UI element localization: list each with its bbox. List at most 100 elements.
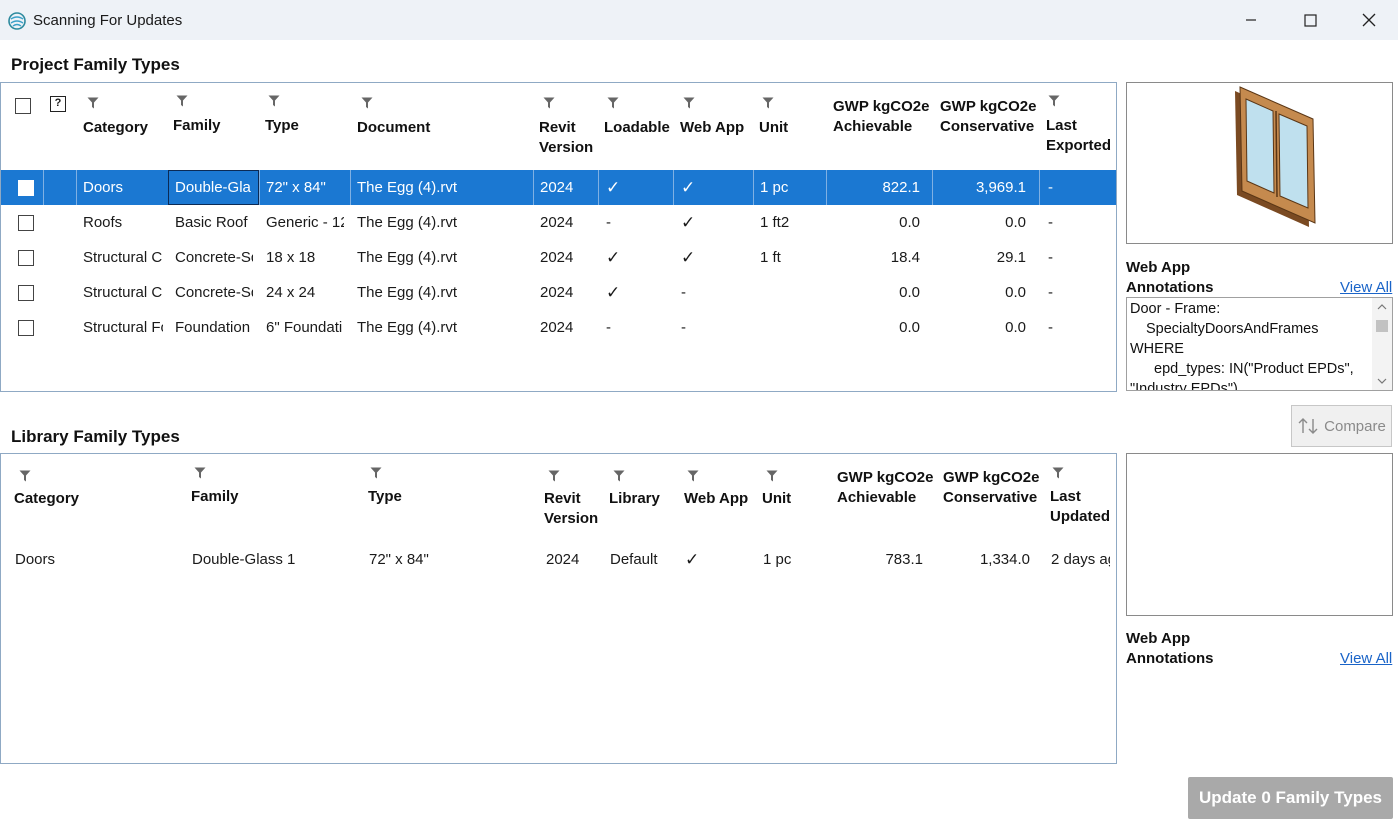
revit-version-filter-icon[interactable]	[543, 97, 555, 109]
door-preview-image	[1235, 86, 1316, 227]
family-filter-icon[interactable]	[176, 95, 188, 107]
table-row[interactable]: Structural C Concrete-Sq 18 x 18 The Egg (4…	[1, 240, 1116, 275]
maximize-button[interactable]	[1281, 0, 1339, 40]
webapp-filter-icon[interactable]	[683, 97, 695, 109]
header-gwp-achievable-line2: Achievable	[833, 118, 913, 135]
lib-header-gwp-conservative[interactable]: GWP kgCO2e Conservative	[943, 468, 1039, 508]
lib-header-type[interactable]: Type	[368, 487, 402, 507]
lib-header-last-updated[interactable]: Last Updated	[1050, 487, 1110, 527]
row-checkbox[interactable]	[18, 320, 34, 336]
lib-header-gwp-achievable[interactable]: GWP kgCO2e Achievable	[837, 468, 933, 508]
project-annotations-label-line1: Web App	[1126, 259, 1191, 276]
cell-document: The Egg (4).rvt	[357, 319, 458, 336]
header-unit[interactable]: Unit	[759, 118, 788, 138]
column-divider	[932, 170, 933, 205]
table-row[interactable]: Doors Double-Glass 1 72" x 84" 2024 Default ✓…	[1, 542, 1116, 577]
cell-exported: -	[1048, 214, 1053, 231]
header-category[interactable]: Category	[83, 118, 148, 138]
help-icon[interactable]: ?	[50, 96, 66, 112]
cell-conservative: 0.0	[1005, 284, 1026, 301]
lib-header-library[interactable]: Library	[609, 489, 660, 509]
row-checkbox[interactable]	[18, 285, 34, 301]
close-button[interactable]	[1340, 0, 1398, 40]
cell-type: 72" x 84"	[266, 179, 326, 196]
cell-version: 2024	[540, 319, 574, 336]
column-divider	[43, 170, 44, 205]
column-divider	[1039, 170, 1040, 205]
lib-category-filter-icon[interactable]	[19, 470, 31, 482]
header-gwp-conservative-line1: GWP kgCO2e	[940, 98, 1037, 115]
lib-family-filter-icon[interactable]	[194, 467, 206, 479]
annotation-line-2: SpecialtyDoorsAndFrames	[1146, 321, 1319, 337]
row-checkbox[interactable]	[18, 180, 34, 196]
header-web-app[interactable]: Web App	[680, 118, 744, 138]
annotation-line-1: Door - Frame:	[1130, 301, 1221, 317]
cell-achievable: 0.0	[899, 214, 920, 231]
cell-family: Concrete-Sq	[175, 249, 253, 266]
category-filter-icon[interactable]	[87, 97, 99, 109]
scroll-down-icon[interactable]	[1372, 374, 1392, 388]
cell-exported: -	[1048, 319, 1053, 336]
lib-header-last-line2: Updated	[1050, 508, 1110, 525]
row-checkbox[interactable]	[18, 215, 34, 231]
library-annotations-label-line2: Annotations	[1126, 650, 1214, 667]
lib-header-revit-version[interactable]: Revit Version	[544, 489, 598, 529]
lib-header-gwp-achievable-line2: Achievable	[837, 489, 917, 506]
lib-header-family[interactable]: Family	[191, 487, 239, 507]
close-icon	[1362, 13, 1376, 27]
lib-header-category[interactable]: Category	[14, 489, 79, 509]
unit-filter-icon[interactable]	[762, 97, 774, 109]
header-gwp-achievable-line1: GWP kgCO2e	[833, 98, 930, 115]
header-last-exported[interactable]: Last Exported	[1046, 116, 1111, 156]
library-view-all-link[interactable]: View All	[1340, 650, 1392, 667]
minimize-button[interactable]	[1222, 0, 1280, 40]
scroll-up-icon[interactable]	[1372, 300, 1392, 314]
lib-last-updated-filter-icon[interactable]	[1052, 467, 1064, 479]
lib-header-web-app[interactable]: Web App	[684, 489, 748, 509]
select-all-checkbox[interactable]	[15, 98, 31, 114]
header-gwp-conservative[interactable]: GWP kgCO2e Conservative	[940, 97, 1036, 137]
update-family-types-button[interactable]: Update 0 Family Types	[1188, 777, 1393, 819]
last-exported-filter-icon[interactable]	[1048, 95, 1060, 107]
table-row[interactable]: Roofs Basic Roof Generic - 12 The Egg (4).r…	[1, 205, 1116, 240]
cell-unit: 1 pc	[763, 551, 792, 568]
cell-achievable: 822.1	[882, 179, 920, 196]
library-annotations-label: Web App Annotations	[1126, 629, 1214, 669]
lib-unit-filter-icon[interactable]	[766, 470, 778, 482]
lib-header-unit[interactable]: Unit	[762, 489, 791, 509]
header-document[interactable]: Document	[357, 118, 430, 138]
header-type[interactable]: Type	[265, 116, 299, 136]
compare-button[interactable]: Compare	[1291, 405, 1392, 447]
cell-type: Generic - 12	[266, 214, 344, 231]
lib-header-revit-line1: Revit	[544, 490, 581, 507]
header-family[interactable]: Family	[173, 116, 221, 136]
lib-revit-filter-icon[interactable]	[548, 470, 560, 482]
annotations-scrollbar[interactable]	[1372, 298, 1392, 390]
table-row[interactable]: Structural C Concrete-Sq 24 x 24 The Egg (4…	[1, 275, 1116, 310]
project-annotations-text[interactable]: Door - Frame: SpecialtyDoorsAndFrames WH…	[1126, 297, 1393, 391]
cell-loadable: -	[606, 214, 611, 231]
type-filter-icon[interactable]	[268, 95, 280, 107]
header-gwp-achievable[interactable]: GWP kgCO2e Achievable	[833, 97, 929, 137]
lib-webapp-filter-icon[interactable]	[687, 470, 699, 482]
document-filter-icon[interactable]	[361, 97, 373, 109]
lib-type-filter-icon[interactable]	[370, 467, 382, 479]
project-section-title: Project Family Types	[11, 55, 180, 74]
header-last-line2: Exported	[1046, 137, 1112, 154]
table-row[interactable]: Structural Fo Foundation 6" Foundati The Eg…	[1, 310, 1116, 345]
swap-icon	[1298, 418, 1318, 434]
cell-document: The Egg (4).rvt	[357, 249, 458, 266]
lib-header-gwp-conservative-line1: GWP kgCO2e	[943, 469, 1040, 486]
header-revit-version[interactable]: Revit Version	[539, 118, 593, 158]
header-loadable[interactable]: Loadable	[604, 118, 670, 138]
lib-library-filter-icon[interactable]	[613, 470, 625, 482]
lib-header-revit-line2: Version	[544, 510, 599, 527]
cell-unit: 1 pc	[760, 179, 789, 196]
lib-header-gwp-conservative-line2: Conservative	[943, 489, 1038, 506]
table-row[interactable]: Doors Double-Gla 72" x 84" The Egg (4).rvt 2…	[1, 170, 1116, 205]
row-checkbox[interactable]	[18, 250, 34, 266]
loadable-filter-icon[interactable]	[607, 97, 619, 109]
project-view-all-link[interactable]: View All	[1340, 279, 1392, 296]
scroll-thumb[interactable]	[1376, 320, 1388, 332]
header-gwp-conservative-line2: Conservative	[940, 118, 1035, 135]
